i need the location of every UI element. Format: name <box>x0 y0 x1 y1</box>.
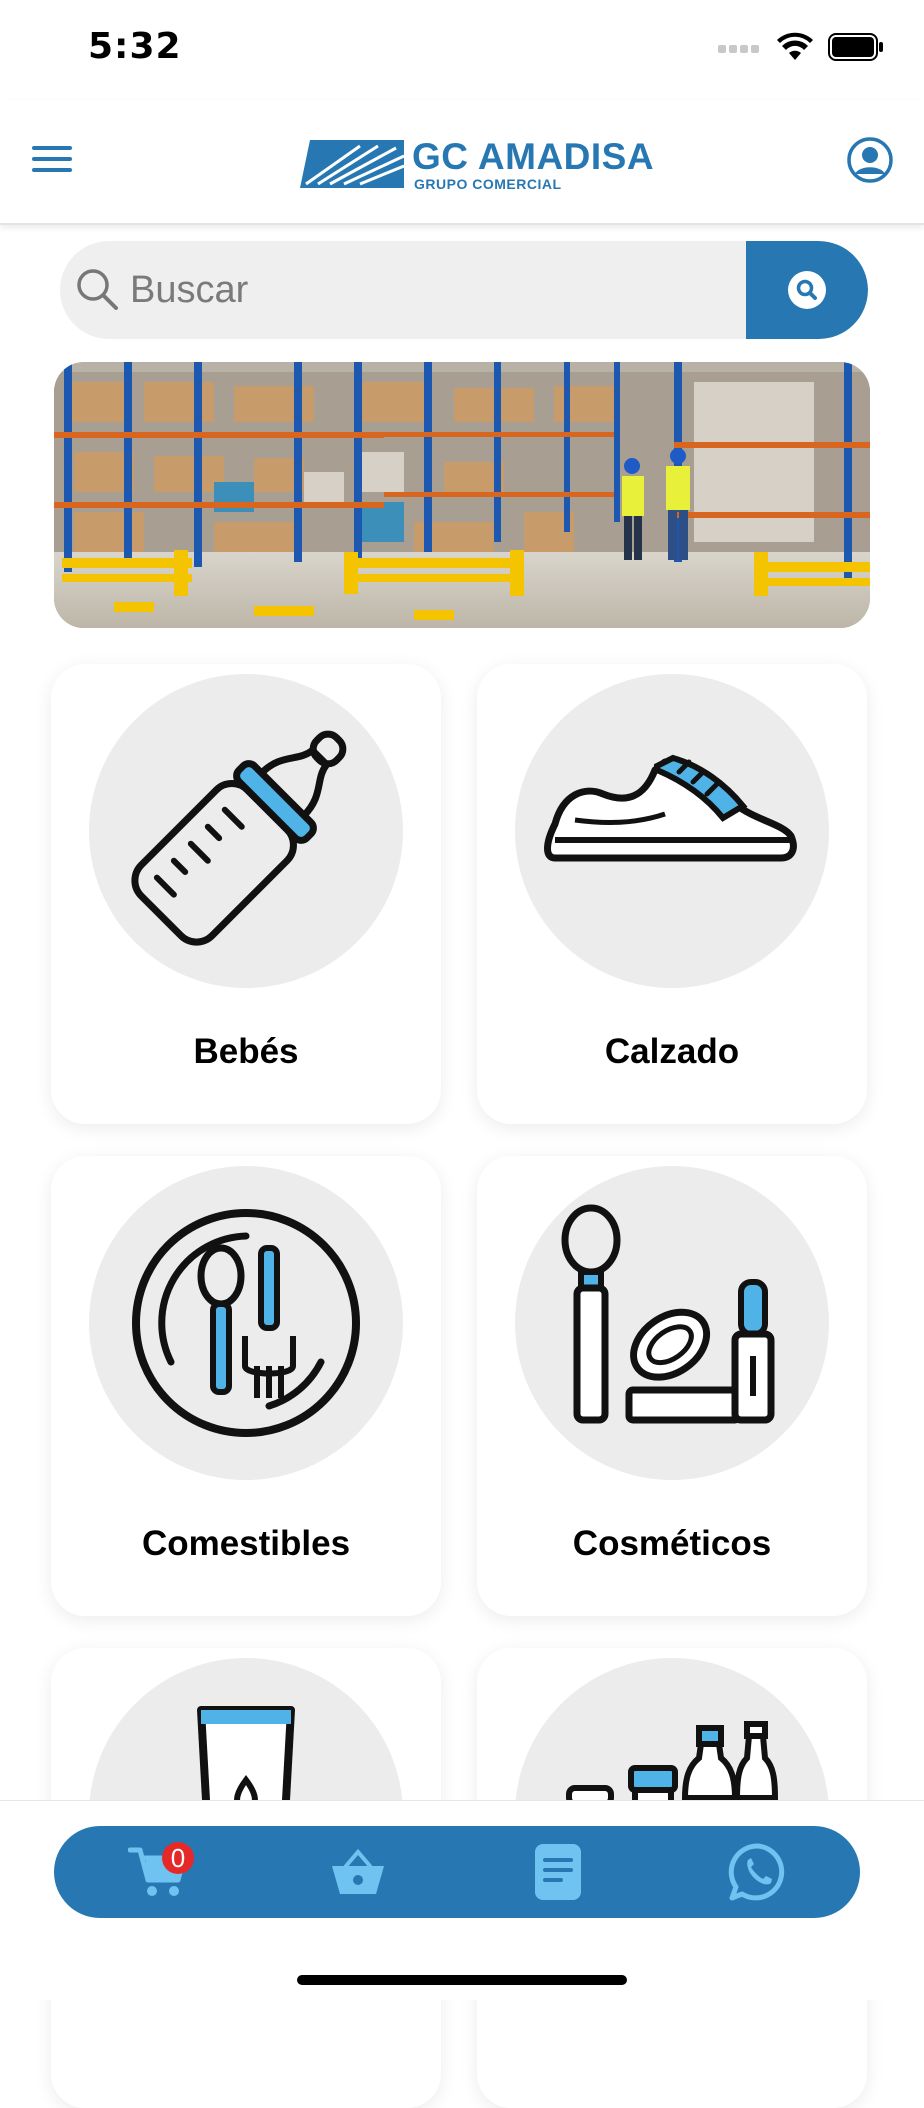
whatsapp-button[interactable] <box>726 1840 790 1904</box>
hamburger-menu-icon[interactable] <box>30 140 76 180</box>
bottom-nav: 0 <box>54 1826 860 1918</box>
promo-banner[interactable] <box>54 362 870 628</box>
category-image <box>89 1166 403 1480</box>
search-input[interactable] <box>128 241 728 339</box>
sneaker-icon <box>544 754 797 862</box>
user-circle-icon[interactable] <box>846 136 894 184</box>
category-image <box>515 674 829 988</box>
bottom-bar: 0 <box>0 1800 924 2000</box>
category-card-cosmeticos[interactable]: Cosméticos <box>477 1156 867 1616</box>
signal-icon <box>718 45 759 53</box>
status-time: 5:32 <box>88 26 182 67</box>
plate-cutlery-icon <box>132 1209 360 1437</box>
search-button[interactable] <box>746 241 868 339</box>
basket-icon <box>332 1848 384 1894</box>
category-card-calzado[interactable]: Calzado <box>477 664 867 1124</box>
wifi-icon <box>777 32 813 60</box>
search-icon <box>77 269 118 310</box>
baby-bottle-icon <box>131 730 347 946</box>
whatsapp-icon <box>728 1843 785 1901</box>
logo-mark-icon <box>300 139 404 188</box>
category-label: Bebés <box>193 1032 299 1071</box>
category-card-bebes[interactable]: Bebés <box>51 664 441 1124</box>
logo-title: GC AMADISA <box>412 136 655 177</box>
search-button-icon <box>788 271 826 309</box>
category-label: Comestibles <box>141 1524 351 1563</box>
status-icons <box>718 32 884 62</box>
battery-icon <box>828 33 883 61</box>
makeup-icon <box>561 1204 775 1424</box>
logo: GC AMADISA GRUPO COMERCIAL <box>300 138 654 191</box>
category-image <box>515 1166 829 1480</box>
search-bar <box>60 241 868 339</box>
status-bar: 5:32 <box>0 0 924 100</box>
basket-button[interactable] <box>326 1840 390 1904</box>
logo-subtitle: GRUPO COMERCIAL <box>414 176 562 192</box>
cart-button[interactable]: 0 <box>126 1840 194 1904</box>
orders-button[interactable] <box>526 1840 590 1904</box>
category-label: Cosméticos <box>572 1524 772 1563</box>
warehouse-image <box>54 362 870 628</box>
category-card-comestibles[interactable]: Comestibles <box>51 1156 441 1616</box>
home-indicator <box>297 1975 627 1985</box>
category-label: Calzado <box>604 1032 740 1071</box>
category-image <box>89 674 403 988</box>
cart-count-badge: 0 <box>162 1842 194 1874</box>
document-icon <box>535 1844 581 1900</box>
app-header: GC AMADISA GRUPO COMERCIAL <box>0 100 924 225</box>
